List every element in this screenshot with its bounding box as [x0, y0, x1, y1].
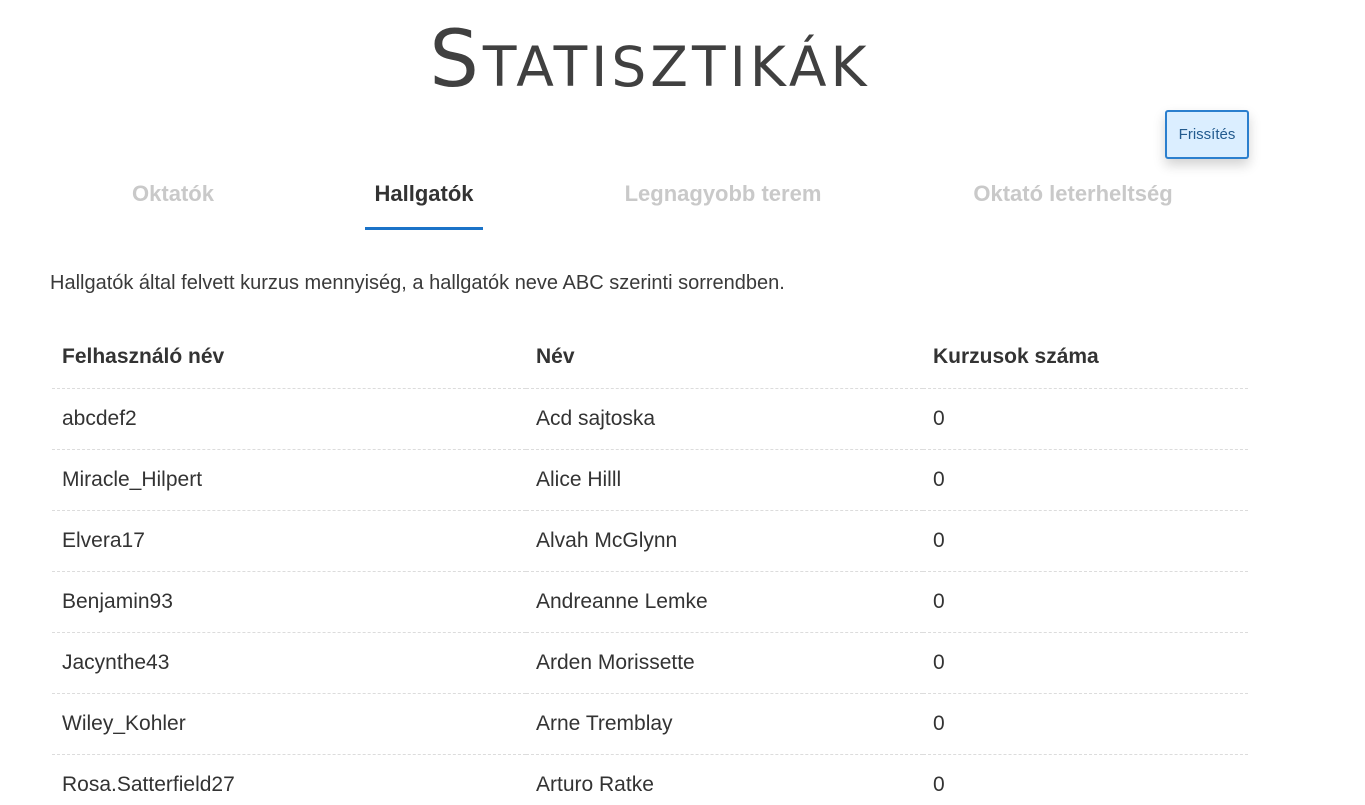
- cell-username: Elvera17: [52, 510, 526, 572]
- cell-name: Alvah McGlynn: [526, 510, 923, 572]
- cell-course-count: 0: [923, 449, 1248, 511]
- table-row: Benjamin93 Andreanne Lemke 0: [52, 571, 1248, 633]
- table-row: Jacynthe43 Arden Morissette 0: [52, 632, 1248, 694]
- cell-name: Andreanne Lemke: [526, 571, 923, 633]
- cell-username: Jacynthe43: [52, 632, 526, 694]
- table-row: abcdef2 Acd sajtoska 0: [52, 388, 1248, 450]
- cell-username: Rosa.Satterfield27: [52, 754, 526, 805]
- table-header-row: Felhasználó név Név Kurzusok száma: [52, 326, 1248, 389]
- cell-course-count: 0: [923, 693, 1248, 755]
- table-row: Elvera17 Alvah McGlynn 0: [52, 510, 1248, 572]
- cell-course-count: 0: [923, 388, 1248, 450]
- students-table: Felhasználó név Név Kurzusok száma abcde…: [52, 326, 1248, 805]
- page-title: Statisztikák: [429, 15, 871, 105]
- tab-legnagyobb-terem[interactable]: Legnagyobb terem: [613, 166, 833, 230]
- cell-name: Arturo Ratke: [526, 754, 923, 805]
- cell-name: Alice Hilll: [526, 449, 923, 511]
- table-row: Miracle_Hilpert Alice Hilll 0: [52, 449, 1248, 511]
- tab-hallgatok[interactable]: Hallgatók: [365, 166, 483, 230]
- cell-name: Arden Morissette: [526, 632, 923, 694]
- section-description: Hallgatók által felvett kurzus mennyiség…: [50, 272, 785, 294]
- cell-name: Acd sajtoska: [526, 388, 923, 450]
- cell-course-count: 0: [923, 632, 1248, 694]
- cell-name: Arne Tremblay: [526, 693, 923, 755]
- table-row: Wiley_Kohler Arne Tremblay 0: [52, 693, 1248, 755]
- table-row: Rosa.Satterfield27 Arturo Ratke 0: [52, 754, 1248, 805]
- refresh-button[interactable]: Frissítés: [1165, 110, 1249, 159]
- tab-bar: Oktatók Hallgatók Legnagyobb terem Oktat…: [50, 166, 1250, 230]
- tab-oktato-leterheltseg[interactable]: Oktató leterheltség: [963, 166, 1183, 230]
- cell-course-count: 0: [923, 510, 1248, 572]
- header-username: Felhasználó név: [52, 326, 526, 389]
- cell-course-count: 0: [923, 571, 1248, 633]
- tab-oktatok[interactable]: Oktatók: [113, 166, 233, 230]
- cell-username: abcdef2: [52, 388, 526, 450]
- cell-course-count: 0: [923, 754, 1248, 805]
- header-course-count: Kurzusok száma: [923, 326, 1248, 389]
- header-name: Név: [526, 326, 923, 389]
- cell-username: Benjamin93: [52, 571, 526, 633]
- cell-username: Miracle_Hilpert: [52, 449, 526, 511]
- statistics-page: Statisztikák Frissítés Oktatók Hallgatók…: [0, 0, 1365, 805]
- cell-username: Wiley_Kohler: [52, 693, 526, 755]
